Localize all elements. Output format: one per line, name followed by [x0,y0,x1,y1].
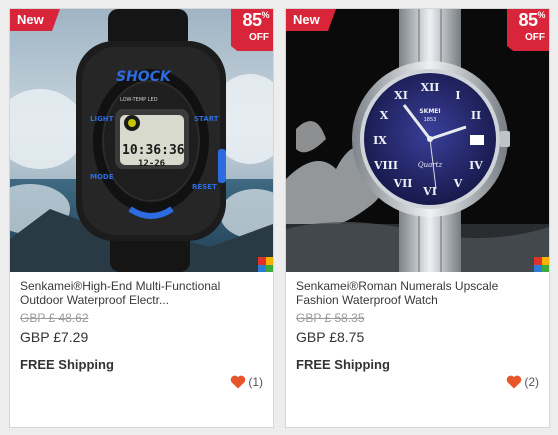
watch-time-text: 10:36:36 [122,143,185,158]
svg-text:XII: XII [421,81,440,94]
product-card[interactable]: XII I II XI X IX VIII VII VI V IV SKMEI … [285,8,550,428]
watch-date-text: 12-26 [138,159,165,169]
heart-icon[interactable] [506,375,522,389]
new-badge: New [10,9,60,31]
watch-small-text: LOW-TEMP LED [120,97,158,103]
watch-label-mode: MODE [90,173,114,181]
watch-brand-text: SHOCK [116,69,172,85]
four-square-logo-icon [534,257,549,272]
svg-text:IX: IX [373,134,387,147]
watch-label-light: LIGHT [90,115,114,123]
sale-price: GBP £7.29 [20,329,89,345]
sale-price: GBP £8.75 [296,329,365,345]
product-title[interactable]: Senkamei®High-End Multi-Functional Outdo… [20,279,263,307]
new-badge: New [286,9,336,31]
watch-year-text: 1853 [424,117,437,123]
discount-off-label: OFF [525,32,545,43]
favorite-button[interactable]: (2) [506,375,539,389]
shipping-label: FREE Shipping [20,357,114,372]
heart-icon[interactable] [230,375,246,389]
watch-quartz-text: Quartz [418,161,443,169]
svg-text:VIII: VIII [373,159,398,172]
svg-text:V: V [453,177,463,190]
svg-text:II: II [471,109,481,122]
discount-badge: 85% OFF [507,9,549,51]
watch-label-reset: RESET [192,183,217,191]
svg-text:VII: VII [393,177,413,190]
discount-percent: 85% [518,10,545,30]
discount-badge: 85% OFF [231,9,273,51]
svg-text:X: X [380,109,389,122]
discount-off-label: OFF [249,32,269,43]
svg-text:I: I [455,89,460,102]
svg-text:IV: IV [469,159,483,172]
svg-text:VI: VI [422,185,437,198]
favorite-count: (2) [524,375,539,389]
watch-label-start: START [194,115,219,123]
four-square-logo-icon [258,257,273,272]
product-title[interactable]: Senkamei®Roman Numerals Upscale Fashion … [296,279,539,307]
svg-text:XI: XI [394,89,408,102]
original-price: GBP £ 48.62 [20,311,89,325]
shipping-label: FREE Shipping [296,357,390,372]
favorite-count: (1) [248,375,263,389]
product-card[interactable]: 10:36:36 12-26 SHOCK LOW-TEMP LED LIGHT … [9,8,274,428]
discount-percent: 85% [242,10,269,30]
watch-brand-text: SKMEI [419,108,440,115]
favorite-button[interactable]: (1) [230,375,263,389]
original-price: GBP £ 58.35 [296,311,365,325]
